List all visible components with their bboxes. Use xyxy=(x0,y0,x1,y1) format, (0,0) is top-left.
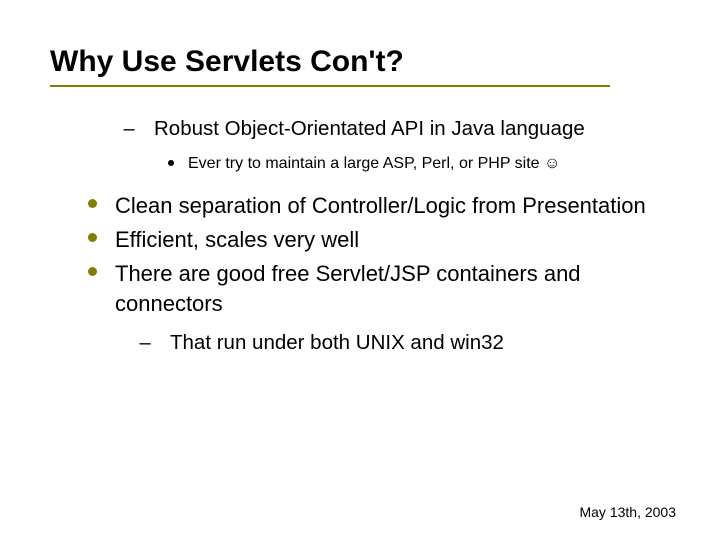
main-bullet-2: Efficient, scales very well xyxy=(80,225,670,255)
main-bullet-3: There are good free Servlet/JSP containe… xyxy=(80,259,670,319)
sub-sub-bullet-1: Ever try to maintain a large ASP, Perl, … xyxy=(80,153,670,175)
bullet-icon xyxy=(88,233,97,242)
bullet-icon xyxy=(168,160,174,166)
bullet-icon xyxy=(88,267,97,276)
sub-bullet-1-text: Robust Object-Orientated API in Java lan… xyxy=(154,115,585,143)
dash-icon: – xyxy=(138,329,152,357)
slide: Why Use Servlets Con't? – Robust Object-… xyxy=(0,0,720,540)
main-bullet-1: Clean separation of Controller/Logic fro… xyxy=(80,191,670,221)
main-bullet-3-sub-text: That run under both UNIX and win32 xyxy=(170,329,504,357)
main-bullet-3-text: There are good free Servlet/JSP containe… xyxy=(115,259,670,319)
slide-title: Why Use Servlets Con't? xyxy=(50,45,670,79)
title-underline xyxy=(50,85,610,87)
main-bullet-2-text: Efficient, scales very well xyxy=(115,225,359,255)
bullet-icon xyxy=(88,199,97,208)
footer-date: May 13th, 2003 xyxy=(579,504,676,520)
sub-bullet-1: – Robust Object-Orientated API in Java l… xyxy=(80,115,670,143)
sub-sub-bullet-1-text: Ever try to maintain a large ASP, Perl, … xyxy=(188,153,560,175)
dash-icon: – xyxy=(122,115,136,143)
main-bullet-1-text: Clean separation of Controller/Logic fro… xyxy=(115,191,646,221)
main-bullet-3-sub: – That run under both UNIX and win32 xyxy=(80,329,670,357)
content-area: – Robust Object-Orientated API in Java l… xyxy=(50,115,670,357)
